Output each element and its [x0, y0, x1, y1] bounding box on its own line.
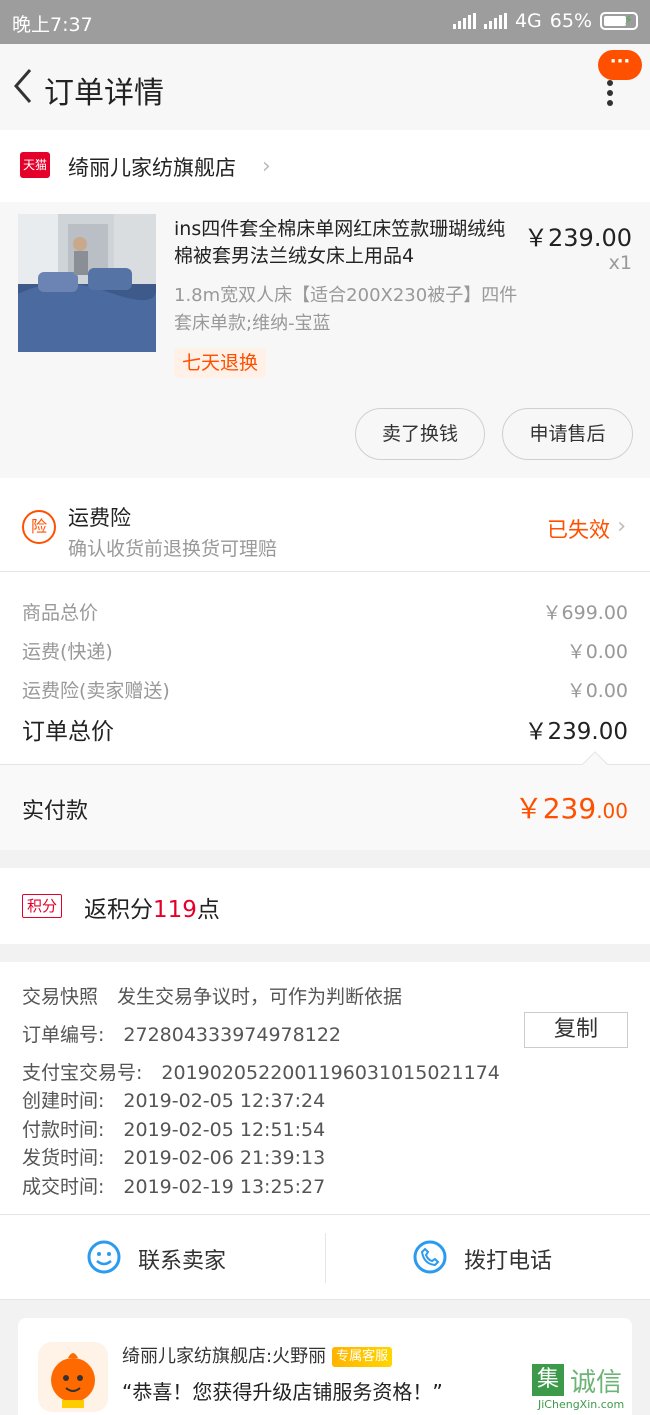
- points-prefix: 返积分: [84, 897, 153, 923]
- more-menu-icon[interactable]: [606, 80, 614, 110]
- item-quantity: x1: [608, 252, 632, 274]
- price-breakdown: 商品总价 ￥699.00 运费(快递) ￥0.00 运费险(卖家赠送) ￥0.0…: [0, 572, 650, 764]
- chat-face-icon: [87, 1240, 121, 1274]
- contact-seller-label[interactable]: 联系卖家: [138, 1243, 226, 1275]
- item-sku: 1.8m宽双人床【适合200X230被子】四件套床单款;维纳-宝蓝: [174, 285, 518, 334]
- order-total-value: ￥239.00: [524, 719, 628, 745]
- insurance-fee-line: 运费险(卖家赠送) ￥0.00: [22, 676, 628, 703]
- paid-time: 付款时间: 2019-02-05 12:51:54: [22, 1119, 326, 1141]
- battery-percent: 65%: [549, 10, 592, 32]
- insurance-title: 运费险: [68, 506, 131, 530]
- created-time: 创建时间: 2019-02-05 12:37:24: [22, 1090, 326, 1112]
- network-type: 4G: [514, 10, 542, 32]
- phone-icon: [413, 1240, 447, 1274]
- order-number: 订单编号: 272804333974978122: [22, 1024, 341, 1046]
- completed-time: 成交时间: 2019-02-19 13:25:27: [22, 1176, 326, 1198]
- watermark-logo: 集 诚信 JiChengXin.com: [532, 1362, 644, 1412]
- alipay-trade-number: 支付宝交易号: 2019020522001196031015021174: [22, 1062, 500, 1084]
- status-time: 晚上7:37: [12, 14, 93, 36]
- paid-value-cents: .00: [596, 799, 628, 823]
- item-price: ￥239.00: [524, 224, 632, 252]
- shipping-label: 运费(快递): [22, 641, 113, 663]
- shipping-value: ￥0.00: [566, 641, 628, 663]
- paid-value-main: ￥239: [514, 792, 597, 825]
- points-text: 返积分119点: [84, 890, 220, 924]
- paid-amount-row: 实付款 ￥239.00: [0, 751, 650, 850]
- points-suffix: 点: [196, 897, 220, 923]
- item-title[interactable]: ins四件套全棉床单网红床笠款珊瑚绒纯棉被套男法兰绒女床上用品4: [174, 216, 514, 270]
- status-right: 4G 65% ⚡: [452, 10, 638, 32]
- watermark-url: JiChengXin.com: [538, 1398, 625, 1411]
- chevron-right-icon: ›: [617, 514, 626, 539]
- cs-message: “恭喜！您获得升级店铺服务资格！”: [122, 1380, 443, 1404]
- goods-total-label: 商品总价: [22, 602, 99, 624]
- page-title: 订单详情: [44, 76, 164, 111]
- shop-name[interactable]: 绮丽儿家纺旗舰店: [68, 152, 236, 182]
- nav-bar: 订单详情 ···: [0, 44, 650, 130]
- apply-aftersale-button[interactable]: 申请售后: [502, 408, 633, 460]
- cs-name-text: 绮丽儿家纺旗舰店:火野丽: [122, 1346, 327, 1367]
- paid-label: 实付款: [22, 799, 89, 824]
- product-image[interactable]: [18, 214, 156, 352]
- shipping-insurance-row[interactable]: 险 运费险 确认收货前退换货可理赔 已失效 ›: [0, 478, 650, 572]
- tmall-logo: 天猫: [20, 152, 50, 178]
- status-bar: 晚上7:37 4G 65% ⚡: [0, 0, 650, 44]
- insurance-subtitle: 确认收货前退换货可理赔: [68, 538, 278, 560]
- insurance-status[interactable]: 已失效: [547, 514, 610, 544]
- watermark-box: 集: [532, 1364, 564, 1396]
- trade-snapshot-link[interactable]: 交易快照 发生交易争议时，可作为判断依据: [22, 982, 402, 1009]
- signal-icon: [452, 13, 476, 29]
- shipping-line: 运费(快递) ￥0.00: [22, 637, 628, 664]
- back-arrow-icon[interactable]: [8, 66, 38, 106]
- chevron-right-icon: ›: [262, 154, 271, 179]
- message-badge[interactable]: ···: [598, 50, 642, 80]
- signal-icon-2: [483, 13, 507, 29]
- contact-bar: 联系卖家 拨打电话: [0, 1214, 650, 1300]
- insurance-fee-label: 运费险(卖家赠送): [22, 680, 170, 702]
- points-badge: 积分: [22, 894, 63, 918]
- insurance-icon: 险: [22, 510, 56, 544]
- return-tag: 七天退换: [174, 348, 267, 378]
- copy-button[interactable]: 复制: [524, 1012, 628, 1048]
- cs-name: 绮丽儿家纺旗舰店:火野丽 专属客服: [122, 1342, 393, 1368]
- shop-row[interactable]: 天猫 绮丽儿家纺旗舰店 ›: [0, 130, 650, 202]
- order-item[interactable]: ins四件套全棉床单网红床笠款珊瑚绒纯棉被套男法兰绒女床上用品4 1.8m宽双人…: [0, 202, 650, 478]
- insurance-fee-value: ￥0.00: [566, 680, 628, 702]
- paid-value: ￥239.00: [515, 787, 628, 827]
- resell-button[interactable]: 卖了换钱: [355, 408, 485, 460]
- order-total-line: 订单总价 ￥239.00: [22, 712, 628, 746]
- order-info: 交易快照 发生交易争议时，可作为判断依据 订单编号: 2728043339749…: [0, 962, 650, 1214]
- call-phone-button[interactable]: 拨打电话: [326, 1215, 650, 1301]
- points-row: 积分 返积分119点: [0, 868, 650, 944]
- battery-icon: ⚡: [600, 12, 638, 30]
- order-total-label: 订单总价: [22, 719, 114, 745]
- points-number: 119: [153, 897, 197, 923]
- contact-seller-button[interactable]: 联系卖家: [0, 1215, 325, 1301]
- cs-tag: 专属客服: [332, 1347, 393, 1367]
- goods-total-line: 商品总价 ￥699.00: [22, 598, 628, 625]
- shipped-time: 发货时间: 2019-02-06 21:39:13: [22, 1147, 326, 1169]
- goods-total-value: ￥699.00: [542, 602, 628, 624]
- cs-avatar: [38, 1342, 108, 1412]
- call-phone-label[interactable]: 拨打电话: [464, 1243, 552, 1275]
- watermark-text: 诚信: [570, 1368, 623, 1398]
